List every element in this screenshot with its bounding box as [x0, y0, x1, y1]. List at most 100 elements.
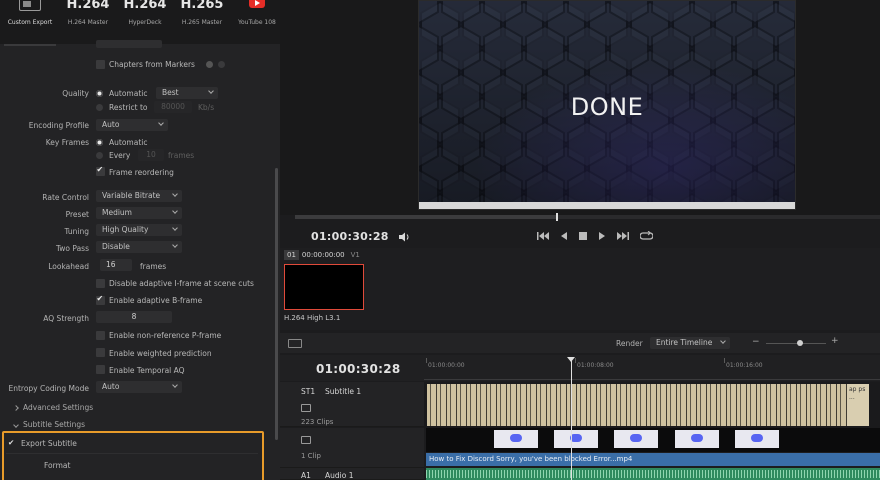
render-label: Render — [616, 339, 643, 348]
lookahead-unit: frames — [140, 262, 167, 271]
encoding-profile-dropdown[interactable]: Auto — [96, 119, 168, 131]
chevron-down-icon — [158, 120, 164, 126]
zoom-in-icon[interactable]: + — [831, 336, 839, 346]
clip-thumbnail[interactable] — [284, 264, 364, 310]
disable-iframe-checkbox[interactable] — [96, 279, 105, 288]
video-frame: DONE — [418, 0, 796, 210]
lookahead-field[interactable]: 16 — [100, 259, 132, 271]
timeline-ruler[interactable]: 01:00:00:00 01:00:08:00 01:00:16:00 — [424, 358, 880, 380]
enable-bframe-checkbox[interactable] — [96, 294, 105, 305]
ruler-tick — [426, 358, 427, 363]
quality-dropdown[interactable]: Best — [156, 87, 218, 99]
zoom-slider-knob[interactable] — [797, 340, 803, 346]
restrict-unit: Kb/s — [198, 103, 215, 112]
non-ref-pframe-checkbox[interactable] — [96, 331, 105, 340]
chapters-checkbox[interactable] — [96, 60, 105, 69]
render-settings-panel: Custom Export H.264 H.264 Master H.264 H… — [0, 0, 280, 480]
chapters-label: Chapters from Markers — [109, 60, 195, 69]
temporal-aq-checkbox[interactable] — [96, 365, 105, 374]
video-track-icon[interactable] — [301, 436, 311, 444]
weighted-prediction-label: Enable weighted prediction — [109, 349, 212, 358]
zoom-out-icon[interactable]: − — [752, 337, 760, 347]
export-subtitle-label: Export Subtitle — [21, 439, 77, 448]
subtitle-track-header: ST1 Subtitle 1 223 Clips — [280, 382, 424, 427]
key-frames-automatic-radio[interactable] — [96, 139, 103, 146]
stop-icon[interactable] — [579, 232, 587, 240]
play-reverse-icon[interactable] — [560, 231, 568, 241]
render-range-value: Entire Timeline — [656, 338, 713, 347]
key-frames-unit: frames — [168, 151, 195, 160]
rate-control-label: Rate Control — [42, 193, 89, 202]
loop-icon[interactable] — [640, 231, 653, 241]
subtitle-clip[interactable]: ap ps ... — [847, 384, 869, 426]
preset-hyperdeck[interactable]: H.264 HyperDeck — [119, 0, 171, 44]
ruler-label: 01:00:16:00 — [726, 362, 763, 369]
quality-value: Best — [162, 88, 179, 97]
subtitle-track-icon[interactable] — [301, 404, 311, 412]
video-clip-name[interactable]: How to Fix Discord Sorry, you've been bl… — [426, 453, 880, 466]
volume-icon[interactable] — [398, 232, 410, 242]
subtitle-settings-toggle[interactable]: Subtitle Settings — [13, 420, 86, 429]
quality-automatic-radio[interactable] — [96, 90, 103, 97]
two-pass-label: Two Pass — [55, 244, 89, 253]
key-frames-every-radio[interactable] — [96, 152, 103, 159]
preset-codec: H.264 — [66, 0, 110, 12]
partial-field[interactable] — [96, 40, 162, 48]
chapters-toggle[interactable] — [218, 61, 225, 68]
entropy-coding-label: Entropy Coding Mode — [8, 384, 89, 393]
discord-icon — [691, 434, 703, 442]
timeline-playhead[interactable] — [571, 360, 572, 480]
chevron-down-icon — [172, 382, 178, 388]
custom-export-icon — [19, 0, 41, 11]
key-frames-every-field[interactable]: 10 — [138, 149, 164, 161]
scrubber-playhead[interactable] — [556, 213, 558, 221]
preset-dropdown[interactable]: Medium — [96, 207, 182, 219]
divider — [6, 453, 258, 454]
two-pass-value: Disable — [102, 242, 130, 251]
tuning-value: High Quality — [102, 225, 149, 234]
frame-reordering-label: Frame reordering — [109, 168, 174, 177]
restrict-to-radio[interactable] — [96, 104, 103, 111]
viewer-timecode: 01:00:30:28 — [311, 230, 389, 243]
preset-youtube[interactable]: YouTube 108 — [234, 0, 280, 44]
chevron-down-icon — [172, 208, 178, 214]
zoom-slider-track[interactable] — [766, 343, 826, 344]
youtube-icon — [249, 0, 265, 8]
clip-timecode: 00:00:00:00 — [301, 251, 345, 259]
weighted-prediction-checkbox[interactable] — [96, 348, 105, 357]
preset-custom-export[interactable]: Custom Export — [4, 0, 56, 46]
rate-control-dropdown[interactable]: Variable Bitrate — [96, 190, 182, 202]
export-subtitle-checkmark-icon[interactable]: ✔ — [8, 438, 14, 447]
video-thumbnail — [554, 430, 598, 448]
audio-track-header: A1 Audio 1 — [280, 468, 424, 480]
tuning-dropdown[interactable]: High Quality — [96, 224, 182, 236]
playhead-handle[interactable] — [567, 357, 575, 362]
subtitle-clips[interactable] — [427, 384, 847, 426]
entropy-coding-dropdown[interactable]: Auto — [96, 381, 182, 393]
viewer-scrubber[interactable] — [295, 215, 880, 219]
settings-scrollbar[interactable] — [275, 168, 278, 440]
video-track-header: 1 Clip — [280, 428, 424, 468]
play-icon[interactable] — [598, 231, 606, 241]
advanced-settings-toggle[interactable]: Advanced Settings — [13, 403, 93, 412]
preset-h264-master[interactable]: H.264 H.264 Master — [62, 0, 114, 44]
subtitle-settings-label: Subtitle Settings — [23, 420, 86, 429]
aq-strength-field[interactable]: 8 — [96, 311, 172, 323]
settings-scroll-area: Chapters from Markers Quality Automatic … — [0, 40, 280, 480]
restrict-to-field[interactable]: 80000 — [154, 101, 192, 113]
format-label: Format — [44, 461, 71, 470]
chapters-info-icon — [206, 61, 213, 68]
quality-automatic-label: Automatic — [109, 89, 148, 98]
two-pass-dropdown[interactable]: Disable — [96, 241, 182, 253]
render-range-dropdown[interactable]: Entire Timeline — [650, 337, 730, 349]
timeline-view-icon[interactable] — [288, 339, 302, 348]
frame-reordering-checkbox[interactable] — [96, 165, 105, 176]
preset-label: Preset — [65, 210, 89, 219]
go-to-end-icon[interactable] — [617, 231, 629, 241]
go-to-start-icon[interactable] — [537, 231, 549, 241]
clip-track: V1 — [350, 251, 360, 259]
preset-h265-master[interactable]: H.265 H.265 Master — [176, 0, 228, 44]
enable-bframe-label: Enable adaptive B-frame — [109, 296, 203, 305]
video-taskbar — [419, 202, 795, 209]
preset-codec: H.264 — [123, 0, 167, 12]
